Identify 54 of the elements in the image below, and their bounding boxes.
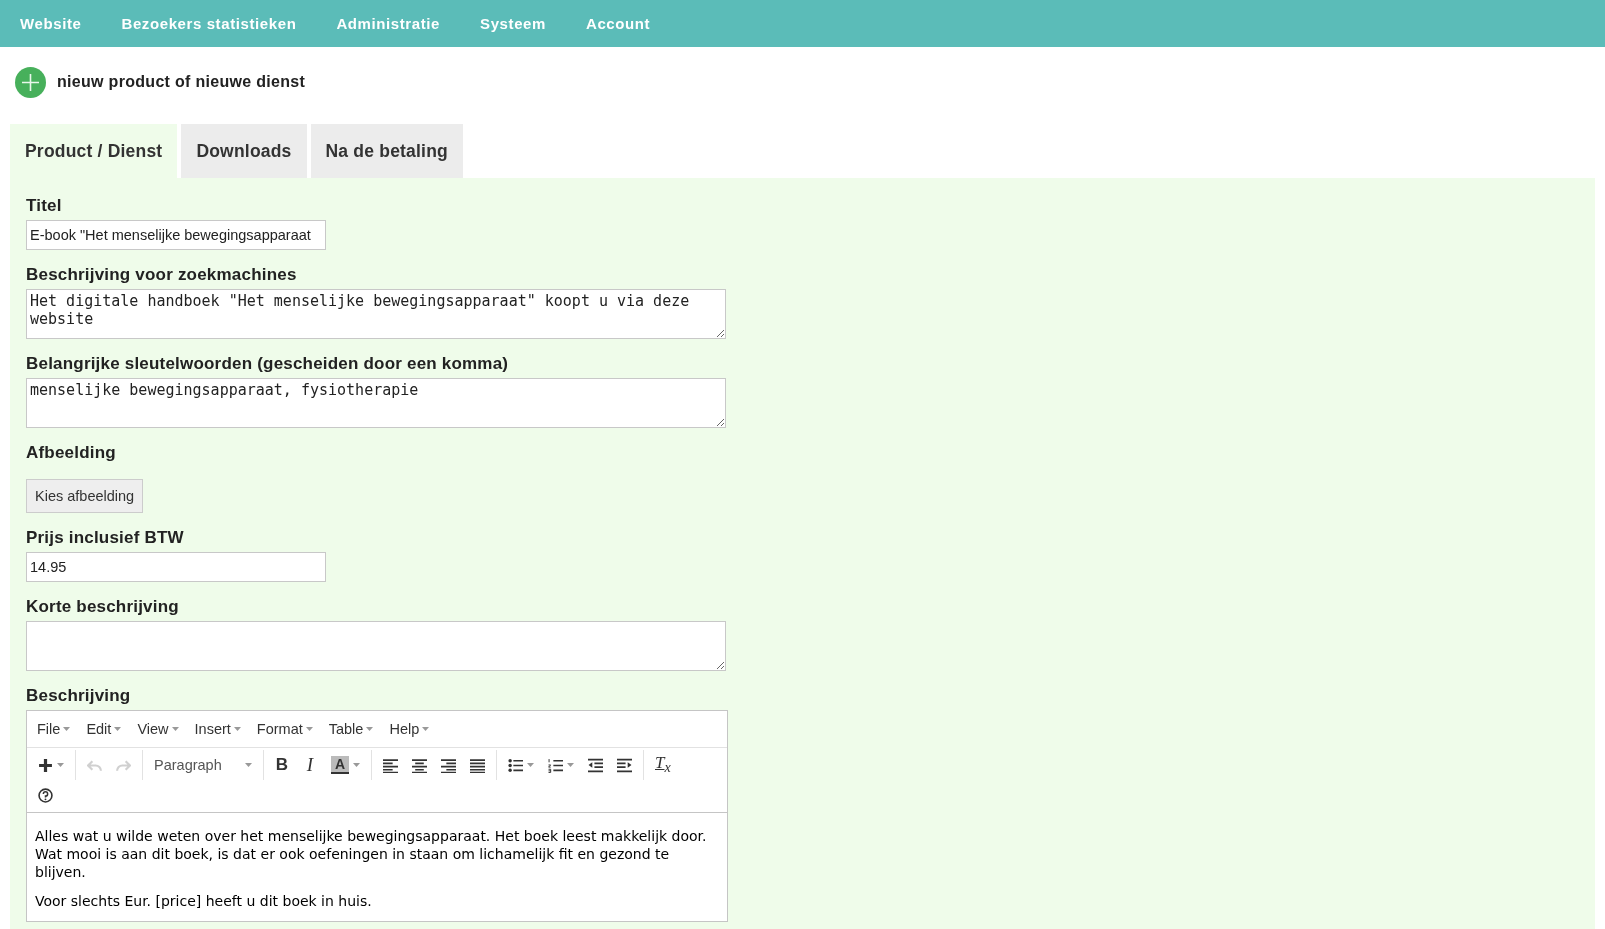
new-item-link[interactable]: nieuw product of nieuwe dienst [57,73,306,91]
caret-icon [233,727,241,731]
caret-icon [422,727,430,731]
field-label: Beschrijving [26,686,132,706]
menu-item[interactable]: Help [383,719,436,739]
text-field[interactable]: E-book "Het menselijke bewegingsapparaat [26,220,326,250]
add-icon[interactable] [15,66,46,98]
field-label: Prijs inclusief BTW [26,528,185,548]
help-icon [38,787,53,803]
caret-icon [305,727,313,731]
menu-item[interactable]: Format [250,719,319,739]
insert-icon [38,757,53,773]
align-left-icon [383,757,398,773]
clear-format-button[interactable]: T$_{x}$ [648,750,678,780]
outdent-icon [588,757,603,773]
text-color-button[interactable]: A [324,750,367,780]
menu-item[interactable]: Insert [188,719,247,739]
caret-icon [57,763,64,767]
format-select[interactable]: Paragraph [147,750,259,780]
bold-button[interactable]: B [268,750,296,780]
field-label: Beschrijving voor zoekmachines [26,265,298,285]
field-label: Titel [26,196,63,216]
editor-paragraph: Alles wat u wilde weten over het menselijke bewegingsapparaat. Het boek leest makkelijk door. Wat mooi is aan dit boek, is dat er ook oefeningen in staan om lichamelijk fit en gezond te blijven. [35,827,708,881]
caret-icon [63,727,71,731]
rich-text-editor[interactable] [26,710,728,922]
editor-paragraph: Voor slechts Eur. [price] heeft u dit boek in huis. [35,892,373,910]
field-label: Afbeelding [26,443,117,463]
caret-icon [567,763,574,767]
choose-image-button[interactable]: Kies afbeelding [26,479,144,513]
menu-item[interactable]: View [131,719,185,739]
caret-icon [245,763,252,767]
align-right-icon [441,757,456,773]
field-label: Korte beschrijving [26,597,180,617]
menu-item[interactable]: File [31,719,77,739]
caret-icon [114,727,122,731]
caret-icon [366,727,374,731]
align-center-icon [412,757,427,773]
tab[interactable]: Product / Dienst [10,124,178,178]
numbered-list-icon [548,757,563,773]
italic-button[interactable]: I [296,750,324,780]
menu-item[interactable]: Edit [80,719,128,739]
text-area[interactable]: menselijke bewegingsapparaat, fysiotherapie [26,378,726,428]
tab[interactable]: Downloads [181,124,307,178]
tab[interactable]: Na de betaling [310,124,463,178]
field-label: Belangrijke sleutelwoorden (gescheiden door een komma) [26,354,510,374]
text-field[interactable]: 14.95 [26,552,326,582]
justify-icon [470,757,485,773]
bullet-list-icon [508,757,523,773]
caret-icon [171,727,179,731]
indent-icon [617,757,632,773]
menu-item[interactable]: Table [322,719,380,739]
caret-icon [527,763,534,767]
caret-icon [353,763,360,767]
text-area[interactable]: Het digitale handboek "Het menselijke bewegingsapparaat" koopt u via deze website [26,289,726,339]
